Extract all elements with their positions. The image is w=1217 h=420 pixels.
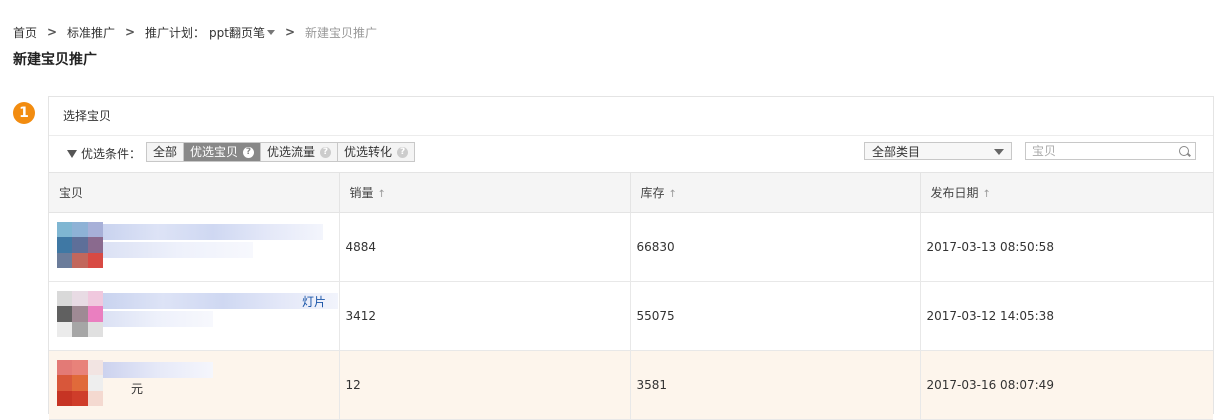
filter-option-all[interactable]: 全部 (147, 143, 185, 161)
item-thumbnail[interactable] (57, 291, 103, 337)
help-icon[interactable]: ? (243, 146, 255, 158)
item-thumbnail[interactable] (57, 360, 103, 406)
caret-down-icon[interactable] (267, 29, 275, 35)
column-header-sales[interactable]: 销量 ↑ (339, 172, 631, 213)
filter-option-preferred-conversion[interactable]: 优选转化? (338, 143, 415, 161)
stock-cell: 55075 (630, 281, 921, 351)
filter-icon (67, 149, 77, 158)
stock-cell: 3581 (630, 350, 921, 420)
step-number-badge: 1 (13, 102, 35, 124)
item-cell: 元 (49, 350, 340, 420)
date-cell: 2017-03-16 08:07:49 (920, 350, 1213, 420)
dropdown-arrow-icon (994, 149, 1004, 155)
select-item-panel: 选择宝贝 优选条件： 全部 优选宝贝? 优选流量? 优选转化? 全部类目 宝贝 (48, 96, 1214, 420)
stock-cell: 66830 (630, 212, 921, 282)
filter-option-preferred-traffic[interactable]: 优选流量? (261, 143, 339, 161)
table-row[interactable]: 元 12 3581 2017-03-16 08:07:49 (49, 350, 1213, 420)
sales-cell: 3412 (339, 281, 631, 351)
sort-arrow-icon[interactable]: ↑ (983, 189, 991, 200)
page-title: 新建宝贝推广 (13, 52, 97, 68)
search-box (1025, 142, 1196, 160)
sales-cell: 4884 (339, 212, 631, 282)
item-title-link[interactable]: 灯片 (302, 293, 326, 310)
item-title-blurred (103, 224, 323, 240)
filter-option-preferred-items[interactable]: 优选宝贝? (184, 143, 262, 161)
search-input[interactable] (1026, 143, 1172, 159)
item-thumbnail[interactable] (57, 222, 103, 268)
breadcrumb-current: 新建宝贝推广 (305, 25, 378, 40)
category-select[interactable]: 全部类目 (864, 142, 1012, 160)
chevron-right-icon: > (284, 25, 296, 39)
category-select-value: 全部类目 (872, 145, 921, 159)
filter-bar: 优选条件： 全部 优选宝贝? 优选流量? 优选转化? 全部类目 (49, 136, 1213, 170)
breadcrumb: 首页 > 标准推广 > 推广计划： ppt翻页笔 > 新建宝贝推广 (13, 23, 377, 41)
help-icon[interactable]: ? (320, 146, 332, 158)
item-title-blurred (103, 242, 253, 258)
table-row[interactable]: 灯片 3412 55075 2017-03-12 14:05:38 (49, 281, 1213, 351)
search-icon[interactable] (1179, 146, 1189, 156)
item-cell: 灯片 (49, 281, 340, 351)
table-row[interactable]: 4884 66830 2017-03-13 08:50:58 (49, 212, 1213, 282)
chevron-right-icon: > (46, 25, 58, 39)
date-cell: 2017-03-13 08:50:58 (920, 212, 1213, 282)
breadcrumb-standard[interactable]: 标准推广 (67, 24, 115, 41)
date-cell: 2017-03-12 14:05:38 (920, 281, 1213, 351)
item-title-text[interactable]: 元 (131, 380, 143, 397)
item-title-blurred (103, 311, 213, 327)
items-table: 宝贝 销量 ↑ 库存 ↑ 发布日期 ↑ 4884 66830 2017-03-1… (49, 172, 1213, 420)
sort-arrow-icon[interactable]: ↑ (669, 189, 677, 200)
column-header-date[interactable]: 发布日期 ↑ (920, 172, 1213, 213)
column-header-item: 宝贝 (49, 172, 340, 213)
help-icon[interactable]: ? (397, 146, 409, 158)
panel-title: 选择宝贝 (49, 97, 1213, 136)
table-header-row: 宝贝 销量 ↑ 库存 ↑ 发布日期 ↑ (49, 172, 1213, 213)
sort-arrow-icon[interactable]: ↑ (378, 189, 386, 200)
item-title-blurred (103, 362, 213, 378)
column-header-stock[interactable]: 库存 ↑ (630, 172, 921, 213)
filter-label: 优选条件： (67, 145, 141, 162)
breadcrumb-plan-name[interactable]: ppt翻页笔 (209, 24, 265, 41)
filter-segmented-control: 全部 优选宝贝? 优选流量? 优选转化? (146, 142, 416, 162)
breadcrumb-home[interactable]: 首页 (13, 24, 37, 41)
item-cell (49, 212, 340, 282)
chevron-right-icon: > (125, 25, 136, 39)
sales-cell: 12 (339, 350, 631, 420)
breadcrumb-plan-label: 推广计划： (145, 25, 206, 40)
filter-label-text: 优选条件： (81, 147, 142, 161)
